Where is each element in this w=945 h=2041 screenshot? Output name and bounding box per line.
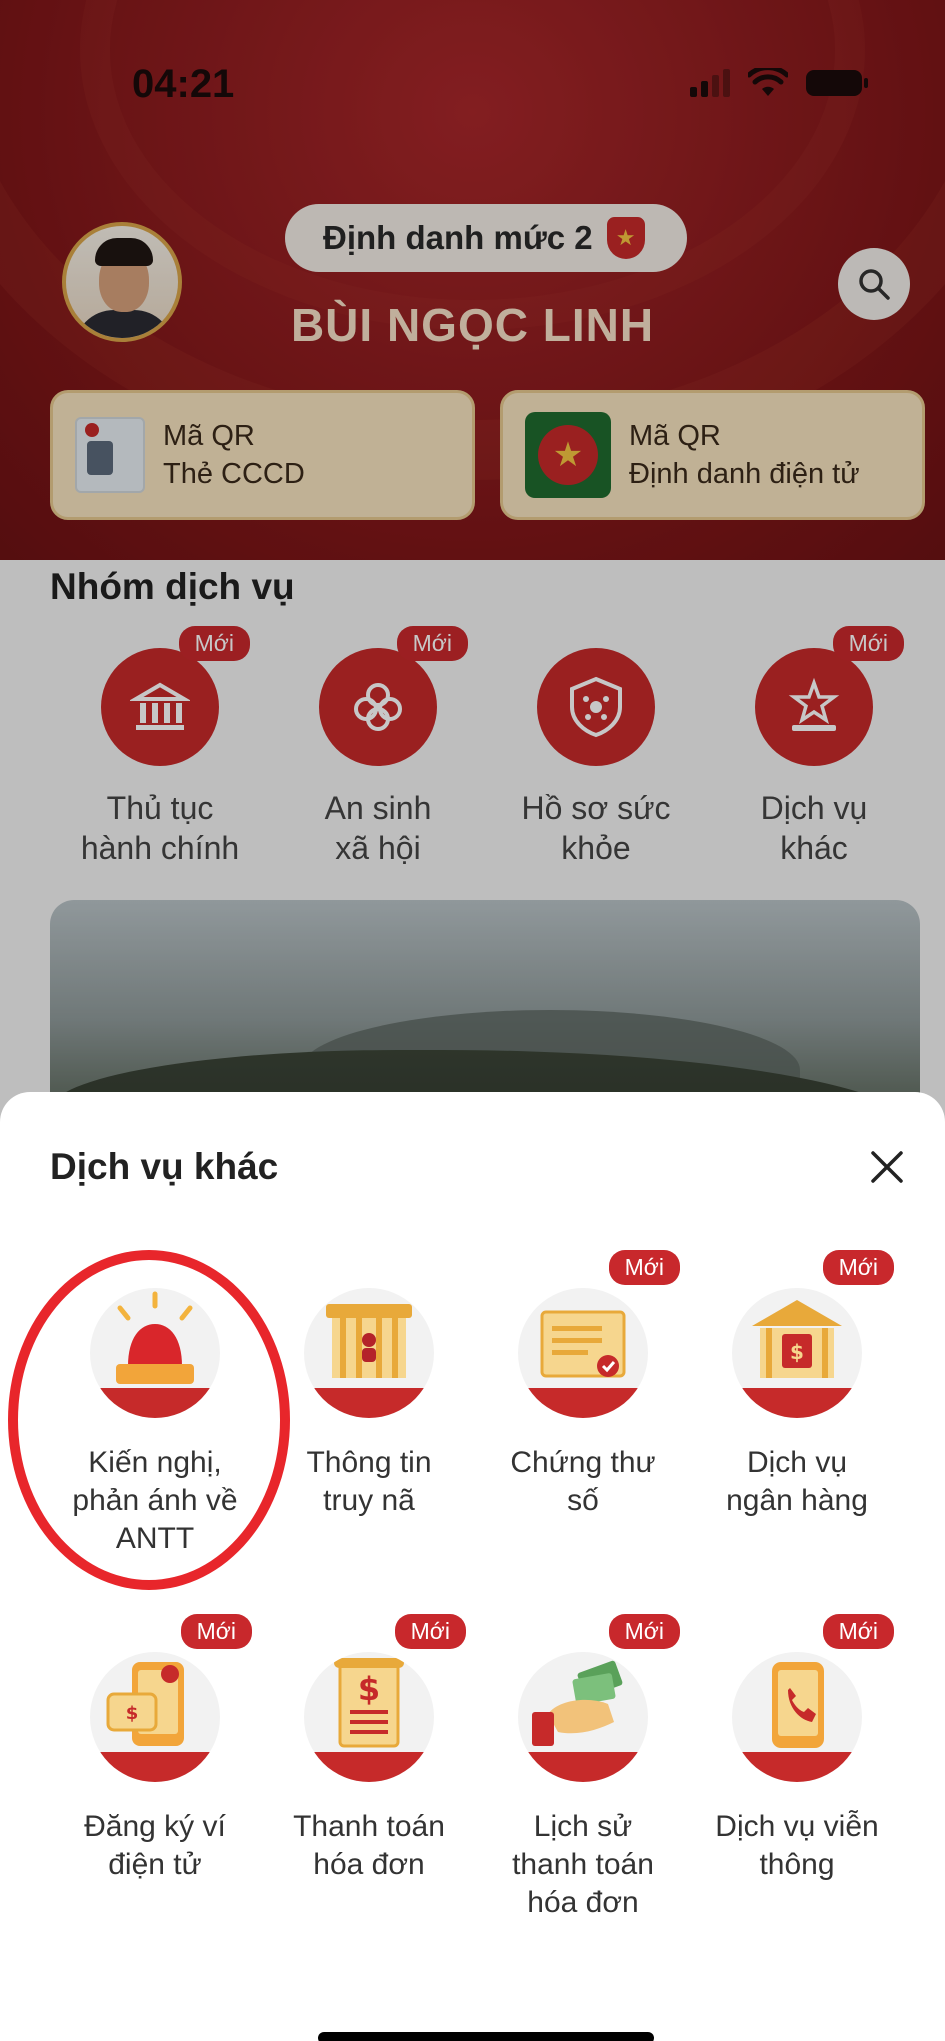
service-label: Lịch sử thanh toán hóa đơn <box>478 1808 688 1922</box>
service-label: Chứng thư số <box>478 1444 688 1520</box>
bill-icon: $ <box>304 1652 434 1782</box>
service-item-bill-payment[interactable]: Mới $ Thanh toán hóa đơn <box>264 1614 474 1884</box>
bank-icon: $ <box>732 1288 862 1418</box>
label-line: Chứng thư <box>510 1446 656 1479</box>
new-badge: Mới <box>608 1250 680 1285</box>
service-label: Thanh toán hóa đơn <box>264 1808 474 1884</box>
label-line: thanh toán <box>512 1848 654 1881</box>
service-label: Đăng ký ví điện tử <box>50 1808 260 1884</box>
new-badge: Mới <box>394 1614 466 1649</box>
label-line: thông <box>759 1848 835 1881</box>
new-badge: Mới <box>822 1614 894 1649</box>
new-badge: Mới <box>180 1614 252 1649</box>
svg-text:$: $ <box>790 1340 804 1364</box>
close-icon <box>871 1151 903 1183</box>
sheet-title: Dịch vụ khác <box>50 1146 279 1187</box>
label-line: số <box>567 1484 599 1517</box>
close-button[interactable] <box>862 1142 912 1192</box>
label-line: Dịch vụ <box>746 1446 848 1479</box>
label-line: Lịch sử <box>533 1810 633 1843</box>
label-line: hóa đơn <box>313 1848 425 1881</box>
service-item-wanted-info[interactable]: Thông tin truy nã <box>264 1288 474 1520</box>
certificate-icon <box>518 1288 648 1418</box>
new-badge: Mới <box>822 1250 894 1285</box>
svg-text:$: $ <box>358 1670 380 1708</box>
label-line: Thanh toán <box>293 1810 445 1843</box>
payment-history-icon <box>518 1652 648 1782</box>
service-item-digital-certificate[interactable]: Mới Chứng thư số <box>478 1250 688 1520</box>
service-item-e-wallet[interactable]: Mới $ Đăng ký ví điện tử <box>50 1614 260 1884</box>
service-label: Thông tin truy nã <box>264 1444 474 1520</box>
label-line: Dịch vụ viễn <box>715 1810 879 1843</box>
highlight-annotation-circle <box>8 1250 290 1590</box>
svg-text:$: $ <box>126 1703 139 1724</box>
label-line: Đăng ký ví <box>84 1810 226 1843</box>
label-line: hóa đơn <box>527 1886 639 1919</box>
label-line: truy nã <box>323 1484 415 1517</box>
service-label: Dịch vụ viễn thông <box>692 1808 902 1884</box>
prison-bars-icon <box>304 1288 434 1418</box>
home-indicator[interactable] <box>318 2032 654 2041</box>
new-badge: Mới <box>608 1614 680 1649</box>
service-item-payment-history[interactable]: Mới Lịch sử thanh toán hóa đơn <box>478 1614 688 1922</box>
phone-call-icon <box>732 1652 862 1782</box>
e-wallet-icon: $ <box>90 1652 220 1782</box>
label-line: Thông tin <box>306 1446 432 1479</box>
label-line: điện tử <box>108 1848 202 1881</box>
service-item-banking[interactable]: Mới $ Dịch vụ ngân hàng <box>692 1250 902 1520</box>
service-label: Dịch vụ ngân hàng <box>692 1444 902 1520</box>
label-line: ngân hàng <box>726 1484 868 1517</box>
service-item-telecom[interactable]: Mới Dịch vụ viễn thông <box>692 1614 902 1884</box>
